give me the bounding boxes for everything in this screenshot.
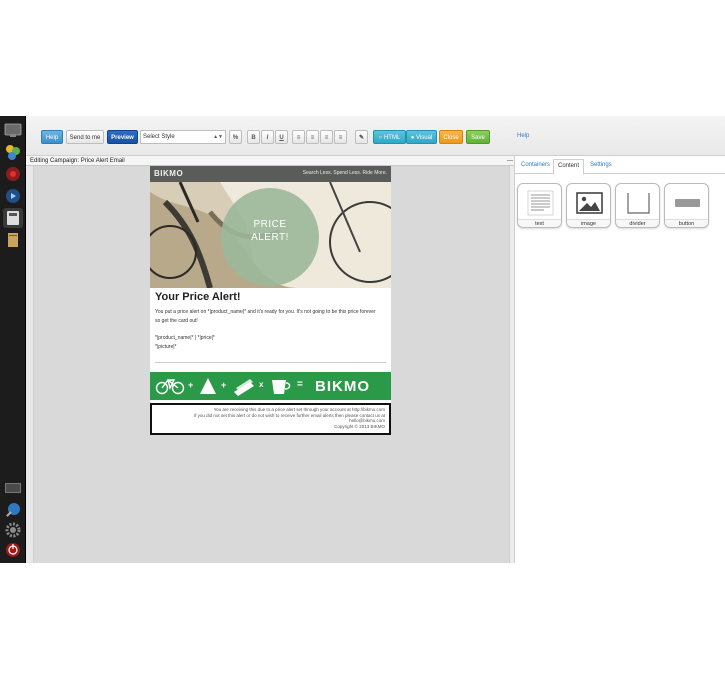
pencil-button[interactable]: ✎	[355, 130, 368, 144]
button-block-icon	[675, 199, 700, 207]
collapse-handle[interactable]: —	[507, 156, 513, 166]
display-icon[interactable]	[3, 478, 23, 498]
hero-title: PRICE ALERT!	[248, 218, 292, 244]
justify-icon: ≡	[338, 135, 343, 141]
email-tagline: Search Less. Spend Less. Ride More.	[302, 170, 387, 176]
email-canvas: BIKMO Search Less. Spend Less. Ride More…	[26, 166, 514, 563]
email-heading[interactable]: Your Price Alert!	[155, 291, 241, 303]
help-button[interactable]: Help	[41, 130, 63, 144]
pencil-icon: ✎	[358, 135, 365, 141]
text-block-icon	[527, 190, 554, 216]
align-center-icon: ≡	[310, 135, 315, 141]
email-header[interactable]: BIKMO Search Less. Spend Less. Ride More…	[150, 166, 391, 182]
record-icon[interactable]	[3, 164, 23, 184]
bicycle-icon	[155, 379, 185, 395]
close-button[interactable]: Close	[439, 130, 463, 144]
power-icon[interactable]	[3, 540, 23, 560]
canvas-gutter	[26, 166, 34, 563]
banner-logo: BIKMO	[315, 378, 370, 395]
search-icon[interactable]	[3, 500, 23, 520]
html-toggle-label: HTML	[383, 135, 401, 141]
radio-empty-icon: ○	[378, 135, 383, 141]
align-center-button[interactable]: ≡	[306, 130, 319, 144]
email-footer[interactable]: You are receiving this due to a price al…	[150, 403, 391, 435]
html-toggle[interactable]: ○ HTML	[373, 130, 406, 144]
email-picture-line[interactable]: *|picture|*	[155, 343, 387, 352]
align-right-button[interactable]: ≡	[320, 130, 333, 144]
mountain-icon	[200, 378, 216, 394]
email-product-line[interactable]: *|product_name|* | *|price|*	[155, 334, 387, 343]
email-banner[interactable]: + + x = BIKMO	[150, 372, 391, 400]
panel-tabs: Containers Content Settings	[515, 156, 725, 175]
email-body-line2[interactable]: so get the card out!	[155, 317, 387, 326]
align-left-button[interactable]: ≡	[292, 130, 305, 144]
save-button[interactable]: Save	[466, 130, 490, 144]
underline-button[interactable]: U	[275, 130, 288, 144]
divider-block[interactable]: divider	[615, 183, 660, 228]
button-block-label: button	[665, 219, 708, 227]
cake-slice-icon	[234, 379, 254, 396]
chevron-updown-icon: ▲▼	[213, 134, 223, 140]
gear-icon[interactable]	[3, 520, 23, 540]
email-hero-image[interactable]: PRICE ALERT!	[150, 182, 391, 288]
send-to-me-button[interactable]: Send to me	[66, 130, 104, 144]
photos-icon[interactable]	[3, 142, 23, 162]
banner-plus-2: +	[221, 380, 227, 390]
monitor-icon[interactable]	[3, 120, 23, 140]
editor-app: Help Send to me Preview Select Style ▲▼ …	[0, 116, 725, 563]
image-block-icon	[576, 192, 603, 214]
style-select-value: Select Style	[143, 134, 175, 140]
app-dock	[0, 116, 26, 563]
help-link[interactable]: Help	[517, 133, 529, 139]
editing-status-bar: Editing Campaign: Price Alert Email —	[26, 156, 514, 166]
coffee-cup-icon	[272, 380, 291, 394]
footer-line4: Copyright © 2013 BIKMO	[334, 423, 385, 429]
image-block[interactable]: image	[566, 183, 611, 228]
divider-block-icon	[627, 193, 650, 214]
tab-settings[interactable]: Settings	[586, 160, 616, 174]
email-divider[interactable]	[155, 362, 386, 363]
radio-filled-icon: ●	[410, 135, 415, 141]
align-right-icon: ≡	[324, 135, 329, 141]
editing-campaign-label: Editing Campaign: Price Alert Email	[30, 158, 125, 164]
align-left-icon: ≡	[296, 135, 301, 141]
bold-button[interactable]: B	[247, 130, 260, 144]
visual-toggle-label: Visual	[416, 135, 433, 141]
notes-icon[interactable]	[3, 230, 23, 250]
email-logo: BIKMO	[154, 169, 184, 178]
email-preview: BIKMO Search Less. Spend Less. Ride More…	[150, 166, 391, 435]
banner-equals: =	[297, 379, 303, 390]
calculator-icon[interactable]	[3, 208, 23, 228]
hero-title-line1: PRICE	[253, 219, 287, 230]
style-select[interactable]: Select Style ▲▼	[140, 130, 226, 144]
media-player-icon[interactable]	[3, 186, 23, 206]
text-block-label: text	[518, 219, 561, 227]
tab-content[interactable]: Content	[553, 159, 585, 175]
button-block[interactable]: button	[664, 183, 709, 228]
banner-times: x	[259, 380, 264, 389]
link-button[interactable]: %	[229, 130, 242, 144]
divider-block-label: divider	[616, 219, 659, 227]
image-block-label: image	[567, 219, 610, 227]
preview-button[interactable]: Preview	[107, 130, 138, 144]
banner-plus-1: +	[188, 380, 194, 390]
editor-toolbar: Help Send to me Preview Select Style ▲▼ …	[26, 116, 725, 156]
italic-button[interactable]: I	[261, 130, 274, 144]
text-block[interactable]: text	[517, 183, 562, 228]
email-body-line1[interactable]: You put a price alert on *|product_name|…	[155, 308, 387, 317]
justify-button[interactable]: ≡	[334, 130, 347, 144]
visual-toggle[interactable]: ● Visual	[406, 130, 437, 144]
content-panel: Containers Content Settings text image d…	[514, 156, 725, 563]
hero-title-line2: ALERT!	[251, 232, 289, 243]
tab-containers[interactable]: Containers	[517, 160, 554, 174]
